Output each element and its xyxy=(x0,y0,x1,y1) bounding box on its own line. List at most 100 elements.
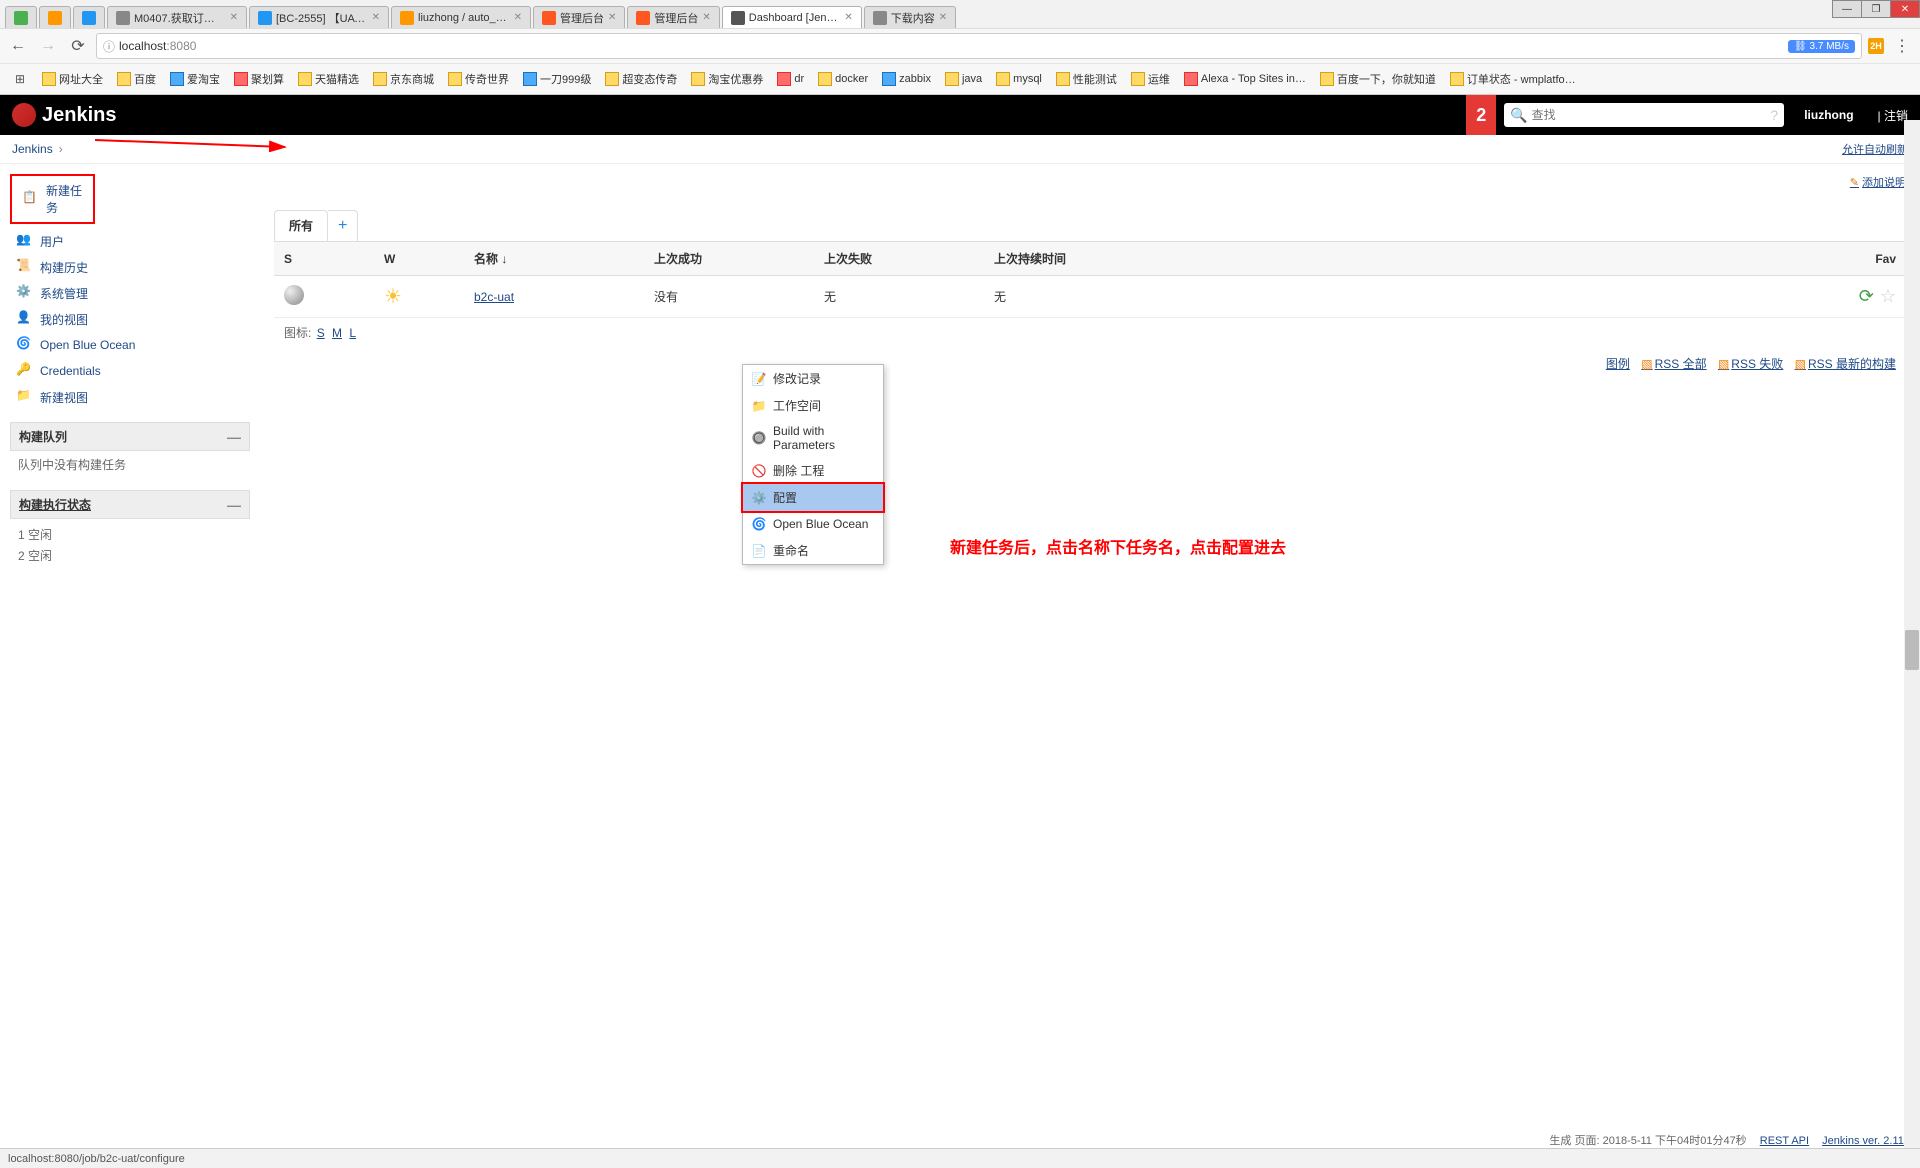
bookmark-item[interactable]: 聚划算 xyxy=(230,69,288,89)
icon-size-m[interactable]: M xyxy=(332,326,342,340)
menu-item[interactable]: ⚙️配置 xyxy=(741,482,885,513)
rest-api-link[interactable]: REST API xyxy=(1760,1135,1809,1147)
add-description-link[interactable]: ✎添加说明 xyxy=(1850,174,1906,190)
sidebar-item[interactable]: ⚙️系统管理 xyxy=(10,280,250,306)
favorite-star-icon[interactable]: ☆ xyxy=(1880,286,1896,306)
menu-button[interactable]: ⋮ xyxy=(1890,34,1914,58)
col-last-success[interactable]: 上次成功 xyxy=(644,242,814,276)
browser-tab[interactable]: 管理后台✕ xyxy=(533,6,625,28)
close-window-button[interactable]: ✕ xyxy=(1890,0,1920,18)
executor-title-link[interactable]: 构建执行状态 xyxy=(19,496,91,513)
bookmark-item[interactable]: 天猫精选 xyxy=(294,69,363,89)
schedule-build-icon[interactable]: ⟳ xyxy=(1859,286,1874,306)
tab-all[interactable]: 所有 xyxy=(274,210,328,241)
legend-link[interactable]: 图例 xyxy=(1606,357,1630,371)
col-fav[interactable]: Fav xyxy=(1826,242,1906,276)
menu-item[interactable]: 🔘Build with Parameters xyxy=(743,419,883,457)
col-status[interactable]: S xyxy=(274,242,374,276)
bookmark-item[interactable]: 性能测试 xyxy=(1052,69,1121,89)
icon-size-s[interactable]: S xyxy=(317,326,325,340)
rss-latest-link[interactable]: ▧RSS 最新的构建 xyxy=(1795,357,1896,371)
col-name[interactable]: 名称 ↓ xyxy=(464,242,644,276)
rss-all-link[interactable]: ▧RSS 全部 xyxy=(1641,357,1706,371)
scrollbar-thumb[interactable] xyxy=(1905,630,1919,670)
browser-tab[interactable]: 管理后台✕ xyxy=(627,6,719,28)
breadcrumb-root[interactable]: Jenkins xyxy=(12,142,53,156)
browser-tab[interactable] xyxy=(39,6,71,28)
notification-badge[interactable]: 2 xyxy=(1466,95,1496,135)
col-duration[interactable]: 上次持续时间 xyxy=(984,242,1826,276)
bookmark-item[interactable]: 百度 xyxy=(113,69,160,89)
bookmark-item[interactable]: 淘宝优惠券 xyxy=(687,69,767,89)
scrollbar-vertical[interactable] xyxy=(1904,120,1920,1148)
sidebar-item[interactable]: 📜构建历史 xyxy=(10,254,250,280)
apps-button[interactable]: ⊞ xyxy=(8,67,32,91)
tab-close-icon[interactable]: ✕ xyxy=(230,12,238,23)
bookmark-item[interactable]: 百度一下，你就知道 xyxy=(1316,69,1440,89)
tab-close-icon[interactable]: ✕ xyxy=(372,12,380,23)
forward-button[interactable]: → xyxy=(36,34,60,58)
menu-item[interactable]: 📄重命名 xyxy=(743,537,883,564)
sidebar-item[interactable]: 📁新建视图 xyxy=(10,384,250,410)
col-last-fail[interactable]: 上次失败 xyxy=(814,242,984,276)
bookmark-item[interactable]: 京东商城 xyxy=(369,69,438,89)
sidebar-item[interactable]: 🔑Credentials xyxy=(10,358,250,384)
bookmark-item[interactable]: java xyxy=(941,70,986,88)
tab-close-icon[interactable]: ✕ xyxy=(514,12,522,23)
status-ball-icon[interactable] xyxy=(284,285,304,305)
search-box[interactable]: 🔍 ? xyxy=(1504,103,1784,127)
browser-tab[interactable]: M0407.获取订单使用的…✕ xyxy=(107,6,247,28)
sidebar-item[interactable]: 👤我的视图 xyxy=(10,306,250,332)
search-input[interactable] xyxy=(1532,108,1767,122)
sidebar-item[interactable]: 📋新建任务 xyxy=(16,178,89,220)
bookmark-item[interactable]: 订单状态 - wmplatfo… xyxy=(1446,69,1580,89)
bookmark-item[interactable]: docker xyxy=(814,70,872,88)
maximize-button[interactable]: ❐ xyxy=(1861,0,1891,18)
tab-close-icon[interactable]: ✕ xyxy=(844,12,852,23)
browser-tab[interactable]: [BC-2555] 【UAT-B2C…✕ xyxy=(249,6,389,28)
job-name-link[interactable]: b2c-uat xyxy=(474,290,514,304)
bookmark-item[interactable]: 一刀999级 xyxy=(519,69,595,89)
ext-badge[interactable]: 2H xyxy=(1868,38,1884,54)
back-button[interactable]: ← xyxy=(6,34,30,58)
menu-item[interactable]: 📝修改记录 xyxy=(743,365,883,392)
bookmark-item[interactable]: 传奇世界 xyxy=(444,69,513,89)
browser-tab[interactable] xyxy=(5,6,37,28)
sidebar-item[interactable]: 👥用户 xyxy=(10,228,250,254)
browser-tab[interactable] xyxy=(73,6,105,28)
reload-button[interactable]: ⟳ xyxy=(66,34,90,58)
bookmark-item[interactable]: 网址大全 xyxy=(38,69,107,89)
tab-close-icon[interactable]: ✕ xyxy=(608,12,616,23)
bookmark-item[interactable]: mysql xyxy=(992,70,1046,88)
jenkins-logo[interactable]: Jenkins xyxy=(0,103,128,127)
bookmark-item[interactable]: dr xyxy=(773,70,808,88)
rss-fail-link[interactable]: ▧RSS 失败 xyxy=(1718,357,1783,371)
help-icon[interactable]: ? xyxy=(1770,107,1778,123)
browser-tab[interactable]: liuzhong / auto_test · G…✕ xyxy=(391,6,531,28)
tab-close-icon[interactable]: ✕ xyxy=(939,12,947,23)
bookmark-item[interactable]: 超变态传奇 xyxy=(601,69,681,89)
user-link[interactable]: liuzhong xyxy=(1792,108,1865,122)
info-icon[interactable]: ⓘ xyxy=(103,38,115,55)
bookmark-item[interactable]: Alexa - Top Sites in… xyxy=(1180,70,1310,88)
tab-add-button[interactable]: + xyxy=(328,210,358,241)
menu-item[interactable]: 🌀Open Blue Ocean xyxy=(743,511,883,537)
minimize-button[interactable]: — xyxy=(1832,0,1862,18)
version-link[interactable]: Jenkins ver. 2.119 xyxy=(1822,1135,1910,1147)
weather-sun-icon[interactable]: ☀ xyxy=(384,286,402,308)
collapse-exec-button[interactable]: — xyxy=(227,497,241,513)
tab-close-icon[interactable]: ✕ xyxy=(702,12,710,23)
sidebar-item[interactable]: 🌀Open Blue Ocean xyxy=(10,332,250,358)
bookmark-item[interactable]: 运维 xyxy=(1127,69,1174,89)
bookmark-item[interactable]: 爱淘宝 xyxy=(166,69,224,89)
browser-tab[interactable]: 下载内容✕ xyxy=(864,6,956,28)
address-bar[interactable]: ⓘ localhost:8080 ⛓ 3.7 MB/s xyxy=(96,33,1862,59)
menu-item[interactable]: 📁工作空间 xyxy=(743,392,883,419)
icon-size-l[interactable]: L xyxy=(349,326,356,340)
browser-tab[interactable]: Dashboard [Jenkins]✕ xyxy=(722,6,862,28)
auto-refresh-link[interactable]: 允许自动刷新 xyxy=(1842,144,1908,156)
bookmark-item[interactable]: zabbix xyxy=(878,70,935,88)
collapse-queue-button[interactable]: — xyxy=(227,429,241,445)
menu-item[interactable]: 🚫删除 工程 xyxy=(743,457,883,484)
col-weather[interactable]: W xyxy=(374,242,464,276)
